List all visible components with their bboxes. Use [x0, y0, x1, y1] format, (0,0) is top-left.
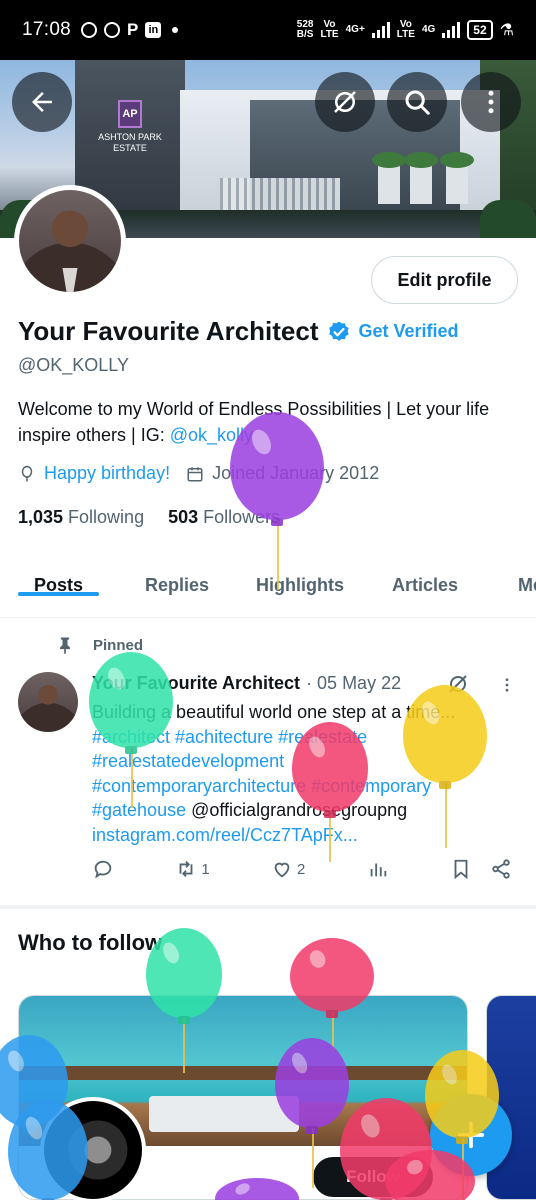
status-right: 528 B/S Vo LTE 4G+ Vo LTE 4G 52 ⚗ [297, 20, 514, 40]
banner-planter [404, 152, 438, 204]
tweet-avatar[interactable] [18, 672, 78, 732]
like-count: 2 [297, 860, 306, 878]
estate-sign: AP ASHTON PARK ESTATE [90, 100, 170, 160]
grok-button[interactable] [315, 72, 375, 132]
red-balloon-icon [290, 938, 374, 1018]
tweet-hashtag-4[interactable]: #gatehouse [92, 800, 186, 820]
tweet-date[interactable]: · 05 May 22 [306, 673, 401, 694]
purple-balloon-icon [275, 1038, 349, 1134]
signal1-icon [371, 22, 390, 38]
analytics-icon [370, 863, 386, 877]
share-icon[interactable] [490, 858, 512, 880]
yellow-balloon-icon [425, 1050, 499, 1144]
retweet-count: 1 [201, 860, 210, 878]
birthday-link[interactable]: Happy birthday! [44, 463, 170, 484]
more-vertical-icon [488, 90, 494, 114]
balloon-string [329, 812, 331, 862]
more-notifications-dot-icon [172, 27, 179, 33]
net1-label: 4G+ [345, 24, 365, 35]
whatsapp-icon [104, 22, 121, 38]
profile-name-row: Your Favourite Architect Get Verified [18, 316, 459, 347]
estate-logo: AP [118, 100, 142, 128]
tweet-more-icon[interactable] [498, 674, 516, 696]
back-button[interactable] [12, 72, 72, 132]
paypal-icon: P [127, 20, 139, 39]
pin-icon [60, 637, 70, 655]
battery-icon: 52 [467, 20, 493, 40]
retweet-button[interactable]: 1 [175, 858, 210, 880]
reply-icon [94, 860, 112, 879]
tab-posts[interactable]: Posts [17, 560, 100, 596]
linkedin-icon: in [145, 22, 162, 38]
green-balloon-icon [146, 928, 222, 1024]
balloon-string [131, 748, 133, 808]
status-bar: 17:08 P in 528 B/S Vo LTE 4G+ Vo LTE 4G 52 … [0, 0, 536, 60]
sim1-bottom: LTE [320, 29, 339, 40]
bookmark-icon[interactable] [450, 858, 472, 880]
bookmark-share-group [450, 858, 512, 880]
who-to-follow-title: Who to follow [18, 930, 163, 955]
flask-icon: ⚗ [499, 22, 514, 39]
views-button[interactable] [367, 858, 389, 880]
calendar-icon [187, 466, 203, 481]
blue-balloon-icon [8, 1100, 88, 1200]
profile-name: Your Favourite Architect [18, 316, 319, 346]
search-button[interactable] [387, 72, 447, 132]
following-label: Following [68, 507, 145, 527]
search-icon [405, 90, 430, 115]
get-verified-link[interactable]: Get Verified [359, 321, 459, 342]
following-count: 1,035 [18, 507, 64, 527]
balloon-string [183, 1018, 185, 1073]
sim2-label: Vo LTE [397, 20, 415, 40]
green-balloon-icon [89, 652, 173, 754]
balloon-icon [21, 465, 33, 481]
tweet-actions: 1 2 [92, 858, 512, 880]
purple-balloon-icon [230, 412, 324, 526]
reply-button[interactable] [92, 858, 114, 880]
tab-replies[interactable]: Replies [145, 560, 209, 596]
balloon-string [312, 1128, 314, 1188]
heart-icon [274, 862, 290, 878]
profile-tabs: Posts Replies Highlights Articles Media [0, 560, 536, 618]
tab-articles[interactable]: Articles [392, 560, 458, 596]
balloon-string [277, 520, 279, 590]
estate-name-line1: ASHTON PARK [98, 132, 162, 142]
more-button[interactable] [461, 72, 521, 132]
profile-meta: Happy birthday! Joined January 2012 [18, 463, 379, 484]
tweet-mention[interactable]: @officialgrandrosegroupng [186, 800, 407, 820]
banner-planter [372, 152, 406, 204]
banner-bushes-right [480, 200, 536, 238]
avatar-image [19, 190, 121, 292]
yellow-balloon-icon [403, 685, 487, 789]
following-link[interactable]: 1,035 Following [18, 507, 144, 528]
notification-icons: P in [81, 20, 179, 39]
follow-counts: 1,035 Following 503 Followers [18, 507, 280, 528]
net2-label: 4G [421, 24, 436, 35]
tweet-link[interactable]: instagram.com/reel/Ccz7TApFx... [92, 823, 512, 848]
arrow-left-icon [32, 92, 52, 112]
pinned-label: Pinned [93, 636, 144, 654]
followers-count: 503 [168, 507, 199, 527]
sync-icon [81, 22, 98, 38]
profile-handle: @OK_KOLLY [18, 355, 129, 375]
section-divider [0, 905, 536, 909]
speed-unit: B/S [296, 29, 314, 40]
edit-profile-button[interactable]: Edit profile [371, 256, 518, 304]
signal2-icon [442, 22, 461, 38]
verified-badge-icon[interactable] [327, 320, 351, 344]
red-balloon-icon [292, 722, 368, 818]
like-button[interactable]: 2 [271, 858, 305, 880]
sim1-label: Vo LTE [320, 20, 338, 40]
banner-planter [440, 152, 474, 204]
tab-media[interactable]: Media [518, 560, 536, 596]
balloon-string [445, 783, 447, 848]
tab-highlights[interactable]: Highlights [256, 560, 344, 596]
profile-avatar[interactable] [14, 185, 126, 297]
sim2-bottom: LTE [396, 29, 415, 40]
retweet-icon [179, 861, 193, 877]
grok-icon [334, 91, 356, 113]
network-speed: 528 B/S [297, 20, 314, 40]
status-time: 17:08 [22, 19, 72, 40]
estate-name-line2: ESTATE [113, 143, 147, 153]
